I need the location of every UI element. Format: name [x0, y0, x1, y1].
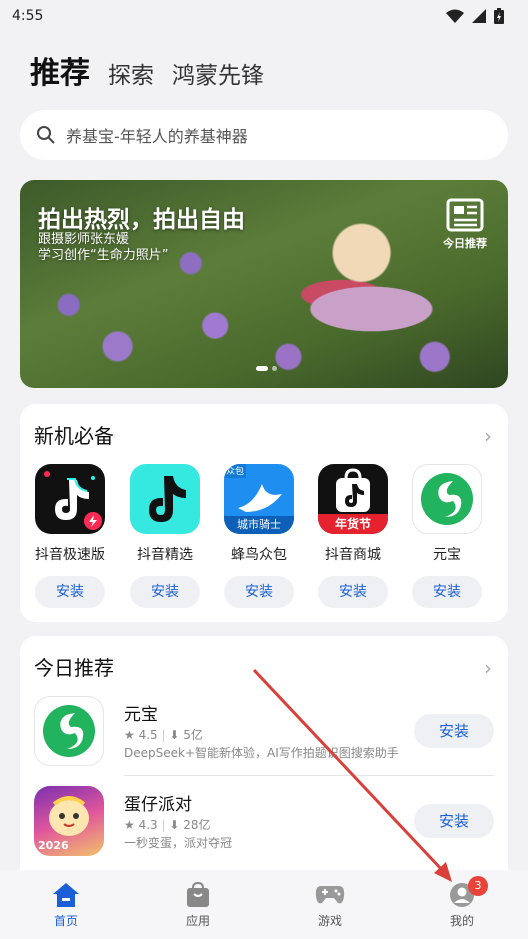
star-icon: ★ [124, 818, 135, 832]
featured-banner[interactable]: 拍出热烈，拍出自由 跟摄影师张东媛 学习创作“生命力照片” 今日推荐 [20, 180, 508, 388]
today-recommend-badge: 今日推荐 [440, 198, 490, 251]
app-name: 抖音极速版 [35, 547, 105, 563]
fengniao-tag: 众包 [226, 467, 245, 477]
bottom-nav: 首页 应用 游戏 我的 3 [0, 870, 528, 939]
banner-badge-label: 今日推荐 [443, 237, 487, 250]
app-item-yuanbao[interactable]: 元宝 安装 [410, 464, 484, 608]
home-icon [53, 883, 79, 907]
downloads: 5亿 [183, 728, 203, 742]
downloads: 28亿 [183, 818, 211, 832]
install-button[interactable]: 安装 [35, 576, 105, 608]
banner-subtitle-line1: 跟摄影师张东媛 [38, 232, 130, 247]
nav-me-label: 我的 [449, 914, 474, 928]
douyin-mall-icon: 年货节 [318, 464, 388, 534]
danzai-party-icon: 2026 [34, 786, 104, 856]
banner-pagination [256, 366, 277, 371]
app-name: 蜂鸟众包 [231, 547, 287, 563]
signal-icon [472, 9, 486, 23]
search-icon [37, 126, 55, 144]
banner-title: 拍出热烈，拍出自由 [38, 207, 245, 233]
shopping-bag-icon [187, 882, 209, 907]
douyin-lite-icon [35, 464, 105, 534]
download-icon: ⬇ [169, 728, 180, 742]
today-recommend-card: 今日推荐 › 元宝 ★ 4.5 | ⬇ 5亿 DeepSeek+智能新体验，AI… [20, 636, 508, 870]
app-item-douyin-lite[interactable]: 抖音极速版 安装 [33, 464, 107, 608]
app-item-douyin-jingxuan[interactable]: 抖音精选 安装 [128, 464, 202, 608]
star-icon: ★ [124, 728, 135, 742]
danzai-icon-text: 2026 [38, 839, 69, 852]
douyin-jingxuan-icon [130, 464, 200, 534]
status-time: 4:55 [12, 8, 44, 24]
install-button[interactable]: 安装 [414, 714, 494, 748]
top-tabs: 推荐 探索 鸿蒙先锋 [30, 48, 264, 92]
nav-games[interactable]: 游戏 [290, 880, 370, 929]
search-bar[interactable]: 养基宝-年轻人的养基神器 [20, 110, 508, 160]
tab-harmony-pioneer[interactable]: 鸿蒙先锋 [172, 56, 264, 90]
install-button[interactable]: 安装 [318, 576, 388, 608]
yuanbao-icon [412, 464, 482, 534]
install-button[interactable]: 安装 [414, 804, 494, 838]
divider [124, 775, 494, 776]
tab-recommend[interactable]: 推荐 [30, 48, 90, 92]
banner-dot [272, 366, 277, 371]
install-button[interactable]: 安装 [224, 576, 294, 608]
app-description: DeepSeek+智能新体验，AI写作拍题识图搜索助手 [124, 746, 399, 760]
app-meta: ★ 4.3 | ⬇ 28亿 [124, 818, 211, 832]
list-item-danzai[interactable]: 2026 蛋仔派对 ★ 4.3 | ⬇ 28亿 一秒变蛋，派对夺冠 安装 [20, 786, 508, 876]
download-icon: ⬇ [169, 818, 180, 832]
install-button[interactable]: 安装 [130, 576, 200, 608]
list-item-yuanbao[interactable]: 元宝 ★ 4.5 | ⬇ 5亿 DeepSeek+智能新体验，AI写作拍题识图搜… [20, 696, 508, 786]
rating: 4.5 [138, 728, 158, 742]
newspaper-icon [446, 198, 484, 232]
chevron-right-icon[interactable]: › [484, 656, 492, 680]
install-button[interactable]: 安装 [412, 576, 482, 608]
today-recommend-title: 今日推荐 [34, 656, 114, 680]
wifi-icon [446, 9, 464, 23]
nav-apps-label: 应用 [185, 914, 210, 928]
yuanbao-icon [34, 696, 104, 766]
app-name: 元宝 [124, 705, 158, 725]
new-essentials-card: 新机必备 › 抖音极速版 安装 抖音精选 安装 众包 城市骑士 蜂鸟众包 安装 … [20, 404, 508, 622]
nav-games-label: 游戏 [317, 914, 342, 928]
tab-explore[interactable]: 探索 [108, 56, 154, 90]
search-placeholder: 养基宝-年轻人的养基神器 [66, 127, 248, 146]
app-meta: ★ 4.5 | ⬇ 5亿 [124, 728, 203, 742]
nav-home-label: 首页 [53, 914, 78, 928]
nav-apps[interactable]: 应用 [158, 880, 238, 929]
app-description: 一秒变蛋，派对夺冠 [124, 836, 233, 850]
douyin-mall-label: 年货节 [318, 514, 388, 534]
banner-dot-active [256, 366, 268, 371]
fengniao-label: 城市骑士 [224, 516, 294, 534]
status-bar: 4:55 [0, 0, 528, 32]
app-name: 元宝 [433, 547, 461, 563]
nav-me[interactable]: 我的 3 [422, 876, 502, 929]
banner-subtitle: 跟摄影师张东媛 学习创作“生命力照片” [38, 232, 168, 264]
app-item-fengniao[interactable]: 众包 城市骑士 蜂鸟众包 安装 [222, 464, 296, 608]
app-name: 蛋仔派对 [124, 795, 192, 815]
app-name: 抖音精选 [137, 547, 193, 563]
rating: 4.3 [138, 818, 158, 832]
app-name: 抖音商城 [325, 547, 381, 563]
nav-home[interactable]: 首页 [26, 880, 106, 929]
gamepad-icon [315, 886, 345, 904]
chevron-right-icon[interactable]: › [484, 424, 492, 448]
banner-subtitle-line2: 学习创作“生命力照片” [38, 248, 169, 263]
app-item-douyin-mall[interactable]: 年货节 抖音商城 安装 [316, 464, 390, 608]
new-essentials-title: 新机必备 [34, 424, 114, 448]
battery-icon [494, 8, 504, 24]
fengniao-icon: 众包 城市骑士 [224, 464, 294, 534]
notification-badge: 3 [468, 876, 488, 896]
status-icons [446, 8, 504, 24]
